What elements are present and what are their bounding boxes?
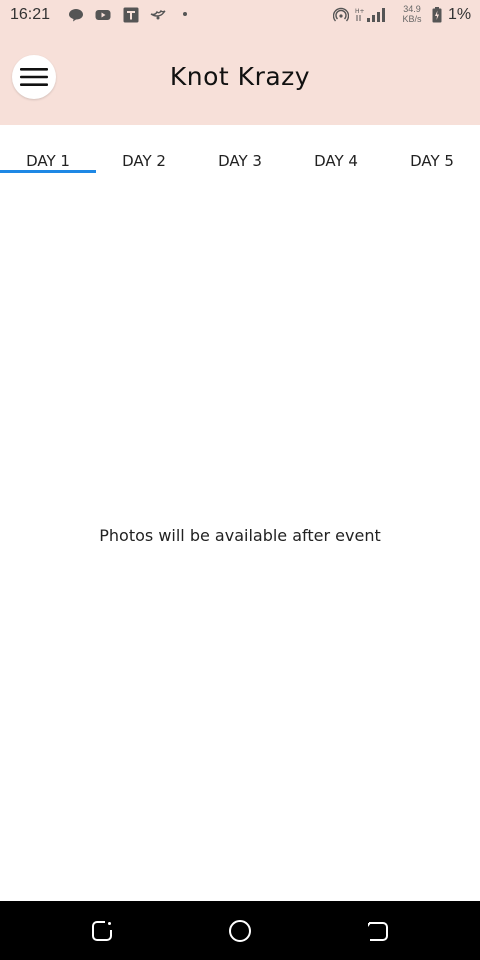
battery-percent: 1% (448, 6, 472, 23)
chat-icon (69, 9, 83, 22)
status-bar: 16:21 H+ 34.9 KB/s 1% (0, 0, 480, 30)
app-title: Knot Krazy (169, 62, 311, 91)
network-speed-unit: KB/s (402, 14, 422, 24)
home-icon[interactable] (228, 919, 252, 943)
network-speed: 34.9 KB/s (398, 4, 426, 24)
tab-day-1[interactable]: DAY 1 (0, 125, 96, 175)
tab-day-3[interactable]: DAY 3 (192, 125, 288, 175)
app-bar: Knot Krazy (0, 30, 480, 125)
t-app-icon (123, 7, 139, 23)
notification-dot (183, 12, 187, 16)
status-time: 16:21 (10, 6, 51, 23)
tab-day-5[interactable]: DAY 5 (384, 125, 480, 175)
recents-icon[interactable] (90, 919, 114, 943)
network-speed-value: 34.9 (403, 4, 421, 14)
system-nav-bar (0, 901, 480, 960)
signal-icon: H+ (355, 8, 385, 22)
back-icon[interactable] (366, 919, 390, 943)
youtube-icon (95, 10, 111, 20)
empty-state-message: Photos will be available after event (99, 526, 381, 545)
battery-charging-icon (432, 7, 442, 23)
hotspot-icon (333, 7, 349, 22)
bird-app-icon (150, 9, 166, 20)
tab-day-4[interactable]: DAY 4 (288, 125, 384, 175)
tab-day-2[interactable]: DAY 2 (96, 125, 192, 175)
day-tabs: DAY 1 DAY 2 DAY 3 DAY 4 DAY 5 (0, 125, 480, 175)
svg-text:H+: H+ (355, 8, 365, 15)
